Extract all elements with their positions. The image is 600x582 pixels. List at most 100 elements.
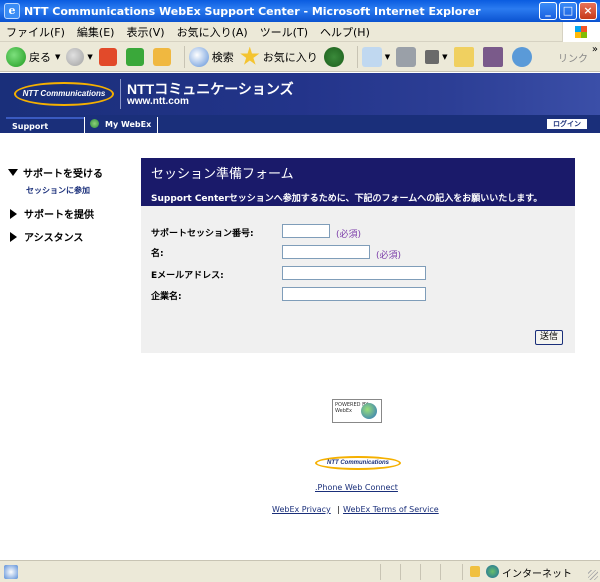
refresh-button[interactable] [125,47,147,66]
folder-button[interactable] [453,46,477,67]
sidebar-item-label: アシスタンス [24,233,84,244]
status-cell [380,564,381,580]
webex-privacy-link[interactable]: WebEx Privacy [272,505,331,514]
status-cell [400,564,401,580]
refresh-icon [125,47,144,66]
favorites-button[interactable]: お気に入り [240,46,318,67]
close-button[interactable]: × [579,2,597,20]
stop-button[interactable] [98,47,120,66]
sidebar-subitem-join-session[interactable]: セッションに参加 [26,185,138,196]
stop-icon [98,47,117,66]
menu-edit[interactable]: 編集(E) [77,24,115,40]
session-number-input[interactable] [282,224,330,238]
site-banner: NTT Communications NTTコミュニケーションズ www.ntt… [0,73,600,115]
menu-bar: ファイル(F) 編集(E) 表示(V) お気に入り(A) ツール(T) ヘルプ(… [0,22,600,42]
login-button[interactable]: ログイン [546,118,588,130]
page-status-icon [4,565,18,579]
sidebar-item-assistance[interactable]: アシスタンス [8,229,138,244]
session-number-required: (必須) [336,230,362,240]
edit-dropdown-icon[interactable]: ▼ [442,53,447,61]
maximize-button[interactable]: □ [559,2,577,20]
sidebar-item-label: サポートを提供 [24,210,94,221]
status-cell [420,564,421,580]
print-icon [396,46,417,67]
email-label: Eメールアドレス: [151,271,224,281]
window-controls: _ □ × [539,2,597,20]
powered-by-webex-badge[interactable]: POWERED BY WebEx [332,399,382,423]
menu-favorites[interactable]: お気に入り(A) [177,24,248,40]
favorites-label: お気に入り [262,50,318,64]
menu-help[interactable]: ヘルプ(H) [320,24,370,40]
back-arrow-icon [6,46,26,67]
collapsed-triangle-icon [10,208,17,219]
forward-dropdown-icon[interactable]: ▼ [87,53,92,61]
company-input[interactable] [282,287,426,301]
window-title: NTT Communications WebEx Support Center … [24,4,481,18]
name-input[interactable] [282,245,370,259]
status-cell [462,564,463,580]
internet-zone-label: インターネット [502,569,572,580]
page-viewport: NTT Communications NTTコミュニケーションズ www.ntt… [0,73,600,560]
sidebar-item-provide-support[interactable]: サポートを提供 [8,206,138,221]
footer-separator: | [337,505,340,514]
menu-tools[interactable]: ツール(T) [260,24,308,40]
company-url: www.ntt.com [127,96,189,107]
edit-button[interactable]: ▼ [425,49,448,64]
internet-zone-icon [486,565,499,578]
tab-my-webex-label: My WebEx [105,120,152,129]
sidebar-item-label: サポートを受ける [23,169,103,180]
session-form-panel: セッション準備フォーム Support Centerセッションへ参加するために、… [141,158,575,353]
toolbar-chevron-icon[interactable]: » [592,44,598,55]
browser-toolbar: 戻る ▼ ▼ 検索 お気に入り ▼ ▼ リンク » [0,42,600,72]
edit-icon [425,49,440,64]
email-input[interactable] [282,266,426,280]
lock-icon [470,566,480,577]
windows-logo-icon [562,22,600,42]
company-label: 企業名: [151,292,182,302]
form-description: Support Centerセッションへ参加するために、下記のフォームへの記入を… [151,194,543,204]
site-navbar: Support Center My WebEx ログイン [0,115,600,147]
print-button[interactable] [396,46,419,67]
name-label: 名: [151,249,164,259]
session-number-label: サポートセッション番号: [151,229,254,239]
messenger-button[interactable] [511,46,535,67]
resize-grip-icon[interactable] [588,570,598,580]
sidebar-nav: サポートを受ける セッションに参加 サポートを提供 アシスタンス [8,165,138,252]
phone-web-connect-link[interactable]: .Phone Web Connect [315,483,398,492]
mail-button[interactable]: ▼ [361,46,390,67]
forward-button[interactable]: ▼ [66,47,93,66]
menu-view[interactable]: 表示(V) [126,24,164,40]
search-icon [188,46,209,67]
webex-terms-link[interactable]: WebEx Terms of Service [343,505,439,514]
footer-ntt-logo: NTT Communications [315,456,401,470]
home-button[interactable] [152,47,174,66]
forward-arrow-icon [66,47,85,66]
ntt-logo[interactable]: NTT Communications [14,82,114,106]
search-button[interactable]: 検索 [188,46,234,67]
webex-globe-icon [90,119,99,128]
history-button[interactable] [323,46,347,67]
submit-button[interactable]: 送信 [535,330,563,345]
research-button[interactable] [482,46,506,67]
links-label[interactable]: リンク [558,50,588,65]
tab-support-center[interactable]: Support Center [6,117,84,147]
back-dropdown-icon[interactable]: ▼ [55,53,60,61]
mail-dropdown-icon[interactable]: ▼ [385,53,390,61]
sidebar-item-get-support[interactable]: サポートを受ける [8,165,138,180]
home-icon [152,47,171,66]
search-label: 検索 [211,50,234,64]
toolbar-separator [356,45,358,68]
menu-file[interactable]: ファイル(F) [6,24,65,40]
form-header: セッション準備フォーム Support Centerセッションへ参加するために、… [141,158,575,206]
minimize-button[interactable]: _ [539,2,557,20]
tab-my-webex[interactable]: My WebEx [84,117,159,133]
status-bar: インターネット [0,560,600,582]
mail-icon [361,46,382,67]
back-button[interactable]: 戻る ▼ [6,46,60,67]
folder-icon [453,46,474,67]
collapsed-triangle-icon [10,231,17,242]
back-label: 戻る [29,50,51,64]
status-cell [440,564,441,580]
name-required: (必須) [376,251,402,261]
form-title: セッション準備フォーム [151,167,294,182]
